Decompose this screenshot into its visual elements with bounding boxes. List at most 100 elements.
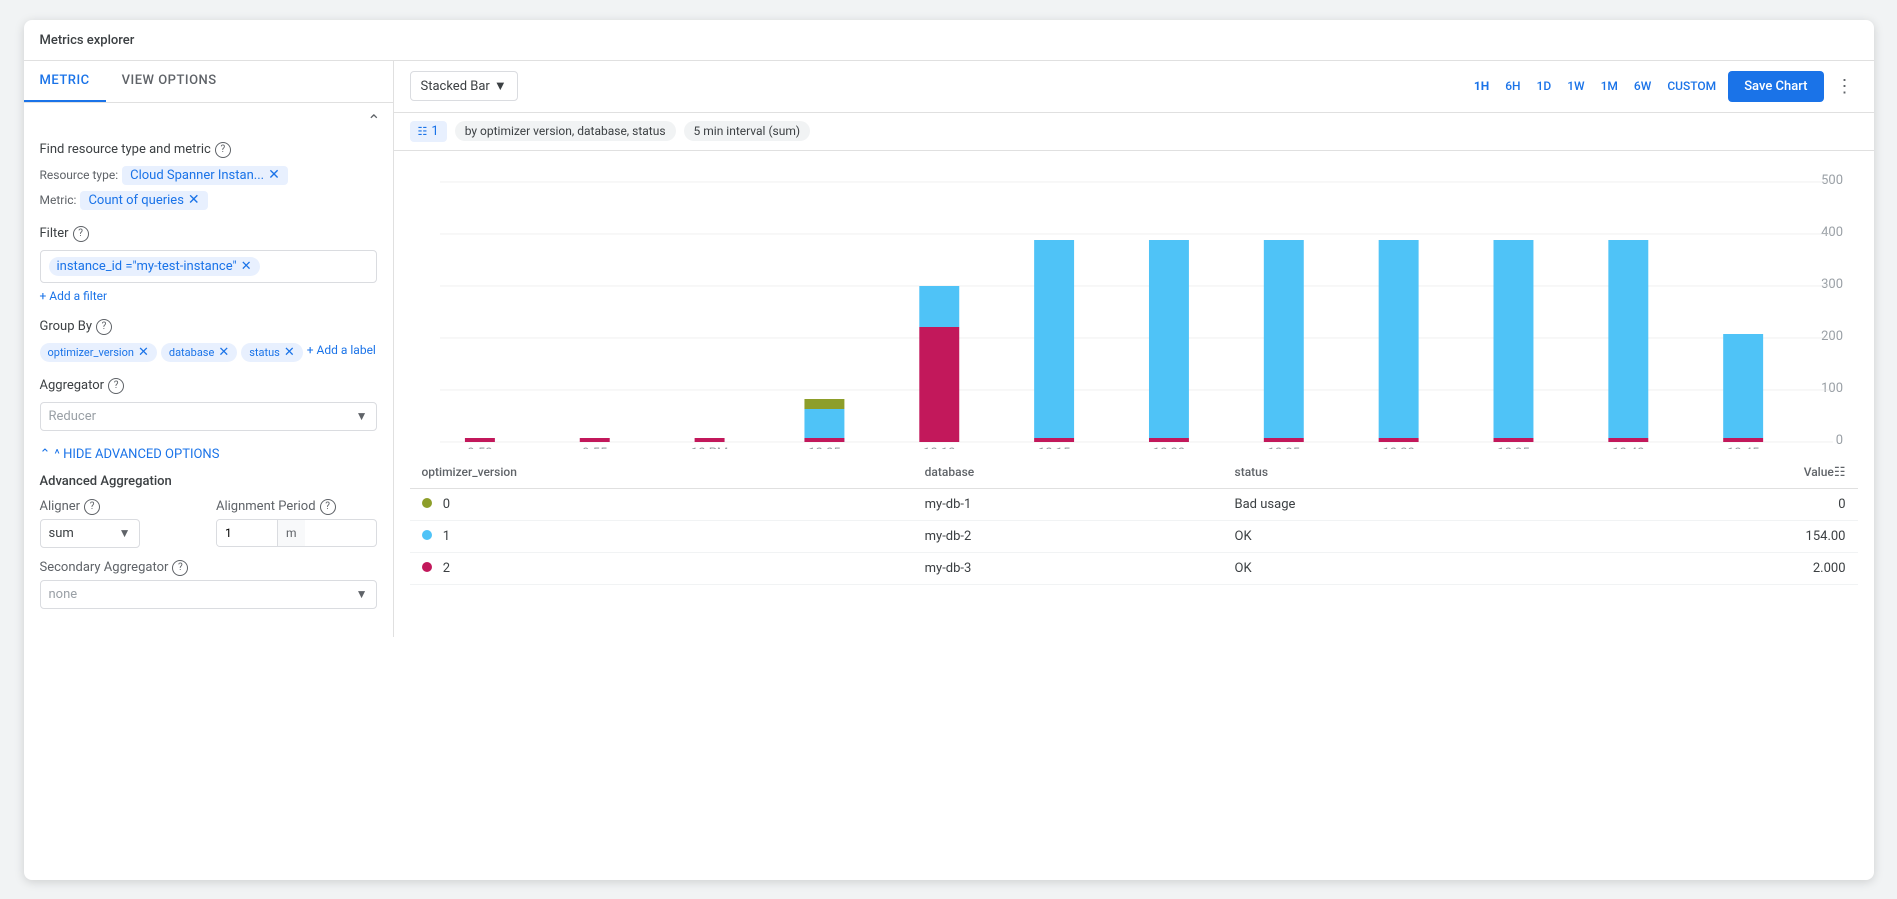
- group-by-section: Group By ? optimizer_version ✕ database …: [40, 319, 377, 362]
- filter-count-badge[interactable]: ☷ 1: [410, 121, 447, 142]
- col-header-status: status: [1223, 457, 1581, 489]
- aggregator-select[interactable]: Reducer ▼: [40, 402, 377, 431]
- svg-text:400: 400: [1821, 224, 1843, 239]
- table-row: 0 my-db-1 Bad usage 0: [410, 488, 1858, 520]
- col-header-database: database: [913, 457, 1223, 489]
- row-2-status: OK: [1223, 552, 1581, 584]
- row-0-status: Bad usage: [1223, 488, 1581, 520]
- aggregator-help-icon[interactable]: ?: [108, 378, 124, 394]
- row-1-optimizer: 1: [410, 520, 913, 552]
- filter-section-title: Filter ?: [40, 226, 377, 242]
- alignment-period-input-group: 1 m: [216, 519, 377, 547]
- group-chip-1[interactable]: database ✕: [161, 343, 237, 362]
- row-2-color-dot: [422, 562, 432, 572]
- chart-type-chevron-icon: ▼: [494, 78, 507, 94]
- advanced-section: Advanced Aggregation Aligner ? sum ▼: [40, 474, 377, 609]
- row-1-value: 154.00: [1580, 520, 1857, 552]
- aggregator-title: Aggregator ?: [40, 378, 377, 394]
- legend-table-header-row: optimizer_version database status Value …: [410, 457, 1858, 489]
- group-by-tag: by optimizer version, database, status: [455, 121, 676, 141]
- group-chip-1-close[interactable]: ✕: [218, 345, 229, 360]
- col-header-value: Value ☷: [1580, 457, 1857, 489]
- svg-text:10:35: 10:35: [1497, 445, 1529, 448]
- metric-chip[interactable]: Count of queries ✕: [80, 191, 207, 210]
- resource-type-close[interactable]: ✕: [268, 168, 280, 182]
- col-settings-icon[interactable]: ☷: [1834, 465, 1846, 480]
- time-btn-6h[interactable]: 6H: [1501, 75, 1524, 97]
- row-1-color-dot: [422, 530, 432, 540]
- filter-count: 1: [431, 124, 438, 139]
- tab-view-options[interactable]: VIEW OPTIONS: [106, 61, 233, 102]
- metrics-explorer-window: Metrics explorer METRIC VIEW OPTIONS ⌃ F…: [24, 20, 1874, 880]
- time-btn-1w[interactable]: 1W: [1563, 75, 1588, 97]
- table-row: 1 my-db-2 OK 154.00: [410, 520, 1858, 552]
- alignment-period-col: Alignment Period ? 1 m: [216, 499, 377, 548]
- resource-section-title: Find resource type and metric ?: [40, 142, 377, 158]
- filter-help-icon[interactable]: ?: [73, 226, 89, 242]
- time-btn-custom[interactable]: CUSTOM: [1663, 75, 1720, 97]
- time-btn-6w[interactable]: 6W: [1630, 75, 1655, 97]
- row-0-color-dot: [422, 498, 432, 508]
- row-2-value: 2.000: [1580, 552, 1857, 584]
- svg-text:10:20: 10:20: [1152, 445, 1184, 448]
- sidebar: METRIC VIEW OPTIONS ⌃ Find resource type…: [24, 61, 394, 637]
- group-chip-2-close[interactable]: ✕: [284, 345, 295, 360]
- svg-text:10:45: 10:45: [1726, 445, 1758, 448]
- save-chart-button[interactable]: Save Chart: [1728, 71, 1823, 102]
- tab-metric[interactable]: METRIC: [24, 61, 106, 102]
- time-btn-1d[interactable]: 1D: [1533, 75, 1556, 97]
- svg-text:300: 300: [1821, 276, 1843, 291]
- chart-svg: 0 100 200 300 400 500 9:50 9:55: [410, 159, 1858, 449]
- sidebar-content: Find resource type and metric ? Resource…: [24, 130, 393, 637]
- advanced-toggle[interactable]: ⌃ ^ HIDE ADVANCED OPTIONS: [40, 447, 377, 462]
- aligner-help-icon[interactable]: ?: [84, 499, 100, 515]
- chart-type-select[interactable]: Stacked Bar ▼: [410, 71, 518, 101]
- collapse-button[interactable]: ⌃: [367, 111, 380, 130]
- add-filter-link[interactable]: + Add a filter: [40, 289, 377, 303]
- alignment-period-help-icon[interactable]: ?: [320, 499, 336, 515]
- svg-text:10:30: 10:30: [1382, 445, 1414, 448]
- metric-close[interactable]: ✕: [188, 193, 200, 207]
- secondary-aggregator-section: Secondary Aggregator ? none ▼: [40, 560, 377, 609]
- group-chip-2[interactable]: status ✕: [241, 343, 303, 362]
- row-0-optimizer: 0: [410, 488, 913, 520]
- group-chip-0[interactable]: optimizer_version ✕: [40, 343, 157, 362]
- advanced-title: Advanced Aggregation: [40, 474, 377, 489]
- legend-table-body: 0 my-db-1 Bad usage 0 1 my-db-2: [410, 488, 1858, 584]
- secondary-aggregator-label: Secondary Aggregator ?: [40, 560, 377, 576]
- group-chip-0-close[interactable]: ✕: [138, 345, 149, 360]
- svg-text:0: 0: [1835, 432, 1842, 447]
- time-btn-1m[interactable]: 1M: [1597, 75, 1622, 97]
- svg-text:500: 500: [1821, 172, 1843, 187]
- secondary-aggregator-help-icon[interactable]: ?: [172, 560, 188, 576]
- filter-section: Filter ? instance_id ="my-test-instance"…: [40, 226, 377, 303]
- alignment-period-input[interactable]: 1: [217, 520, 277, 546]
- filter-chip: instance_id ="my-test-instance" ✕: [49, 257, 260, 276]
- metric-row: Metric: Count of queries ✕: [40, 191, 377, 210]
- row-2-optimizer: 2: [410, 552, 913, 584]
- more-options-icon[interactable]: ⋮: [1832, 72, 1858, 101]
- time-btn-1h[interactable]: 1H: [1470, 75, 1493, 97]
- main-area: Stacked Bar ▼ 1H 6H 1D 1W 1M 6W CUSTOM S…: [394, 61, 1874, 637]
- resource-type-chip[interactable]: Cloud Spanner Instan... ✕: [122, 166, 288, 185]
- group-by-title: Group By ?: [40, 319, 377, 335]
- table-row: 2 my-db-3 OK 2.000: [410, 552, 1858, 584]
- resource-type-row: Resource type: Cloud Spanner Instan... ✕: [40, 166, 377, 185]
- row-1-status: OK: [1223, 520, 1581, 552]
- secondary-aggregator-chevron-icon: ▼: [356, 587, 368, 601]
- aligner-select[interactable]: sum ▼: [40, 519, 140, 548]
- filter-row: ☷ 1 by optimizer version, database, stat…: [394, 113, 1874, 151]
- resource-help-icon[interactable]: ?: [215, 142, 231, 158]
- advanced-toggle-icon: ⌃: [40, 447, 51, 462]
- legend-table: optimizer_version database status Value …: [410, 457, 1858, 585]
- group-by-help-icon[interactable]: ?: [96, 319, 112, 335]
- add-label-link[interactable]: + Add a label: [307, 343, 376, 362]
- filter-box[interactable]: instance_id ="my-test-instance" ✕: [40, 250, 377, 283]
- filter-chip-close[interactable]: ✕: [241, 259, 252, 274]
- chart-toolbar: Stacked Bar ▼ 1H 6H 1D 1W 1M 6W CUSTOM S…: [394, 61, 1874, 113]
- legend-table-container: optimizer_version database status Value …: [394, 453, 1874, 585]
- secondary-aggregator-select[interactable]: none ▼: [40, 580, 377, 609]
- aligner-col: Aligner ? sum ▼: [40, 499, 201, 548]
- svg-text:9:50: 9:50: [467, 445, 492, 448]
- interval-tag: 5 min interval (sum): [684, 121, 811, 141]
